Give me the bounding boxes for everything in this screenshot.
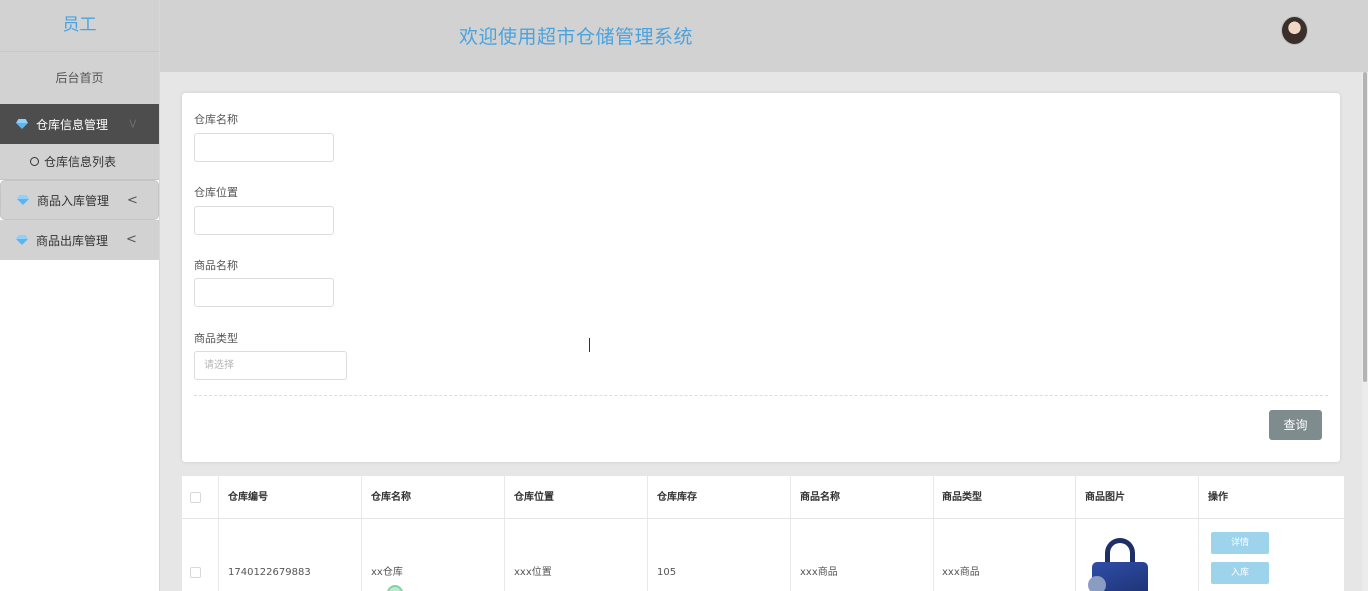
product-name-label: 商品名称 xyxy=(194,259,238,272)
sidebar-subitem-label: 仓库信息列表 xyxy=(44,155,117,169)
cell-warehouse-location: xxx位置 xyxy=(514,567,552,578)
product-type-select[interactable]: 请选择 xyxy=(194,351,347,380)
diamond-icon xyxy=(17,195,29,205)
table-header: 仓库编号 仓库名称 仓库位置 仓库库存 商品名称 商品类型 商品图片 操作 xyxy=(182,476,1344,519)
search-form: 仓库名称 仓库位置 商品名称 商品类型 请选择 查询 xyxy=(182,93,1340,462)
page-title: 欢迎使用超市仓储管理系统 xyxy=(459,26,694,48)
divider xyxy=(194,395,1328,396)
sidebar-subitem-warehouse-list[interactable]: 仓库信息列表 xyxy=(0,144,159,180)
user-avatar-icon[interactable] xyxy=(1281,16,1308,45)
warehouse-name-label: 仓库名称 xyxy=(194,113,238,126)
column-header: 仓库库存 xyxy=(657,492,697,503)
top-header: 欢迎使用超市仓储管理系统 xyxy=(160,0,1368,72)
cell-warehouse-id: 1740122679883 xyxy=(228,567,311,578)
cell-stock: 105 xyxy=(657,567,677,578)
sidebar-item-stock-in[interactable]: 商品入库管理 < xyxy=(0,180,159,220)
warehouse-location-input[interactable] xyxy=(194,206,334,235)
chevron-icon: < xyxy=(125,118,141,129)
stock-in-button[interactable]: 入库 xyxy=(1211,562,1269,584)
product-name-input[interactable] xyxy=(194,278,334,307)
data-table: 仓库编号 仓库名称 仓库位置 仓库库存 商品名称 商品类型 商品图片 操作 17… xyxy=(182,476,1344,591)
diamond-icon xyxy=(16,235,28,245)
row-checkbox[interactable] xyxy=(190,567,201,578)
table-row: 1740122679883 xx仓库 xxx位置 105 xxx商品 xxx商品 xyxy=(182,519,1344,591)
sidebar: 员工 后台首页 仓库信息管理 < 仓库信息列表 商品入库管理 < 商品出库管理 … xyxy=(0,0,160,591)
chevron-left-icon: < xyxy=(126,232,137,247)
column-header: 仓库位置 xyxy=(514,492,554,503)
product-type-label: 商品类型 xyxy=(194,332,238,345)
select-all-checkbox[interactable] xyxy=(190,492,201,503)
warehouse-name-input[interactable] xyxy=(194,133,334,162)
sidebar-item-label: 商品入库管理 xyxy=(37,193,110,208)
warehouse-location-label: 仓库位置 xyxy=(194,186,238,199)
handbag-image xyxy=(1088,538,1152,591)
circle-check-icon xyxy=(30,157,39,166)
sidebar-brand: 员工 xyxy=(0,0,159,52)
column-header: 商品类型 xyxy=(942,492,982,503)
column-header: 商品名称 xyxy=(800,492,840,503)
chevron-left-icon: < xyxy=(127,193,138,208)
column-header: 仓库名称 xyxy=(371,492,411,503)
scrollbar-thumb[interactable] xyxy=(1363,72,1367,382)
sidebar-item-warehouse-info[interactable]: 仓库信息管理 < xyxy=(0,104,159,144)
cell-product-type: xxx商品 xyxy=(942,567,980,578)
diamond-icon xyxy=(16,119,28,129)
sidebar-item-label: 商品出库管理 xyxy=(36,233,109,248)
cell-warehouse-name: xx仓库 xyxy=(371,567,403,578)
column-header: 操作 xyxy=(1208,492,1228,503)
cell-product-name: xxx商品 xyxy=(800,567,838,578)
detail-button[interactable]: 详情 xyxy=(1211,532,1269,554)
query-button[interactable]: 查询 xyxy=(1269,410,1322,440)
sidebar-item-stock-out[interactable]: 商品出库管理 < xyxy=(0,220,159,260)
sidebar-item-home[interactable]: 后台首页 xyxy=(0,52,159,104)
column-header: 仓库编号 xyxy=(228,492,268,503)
column-header: 商品图片 xyxy=(1085,492,1125,503)
sidebar-item-label: 仓库信息管理 xyxy=(36,117,109,132)
bag-pompom xyxy=(1088,576,1106,591)
